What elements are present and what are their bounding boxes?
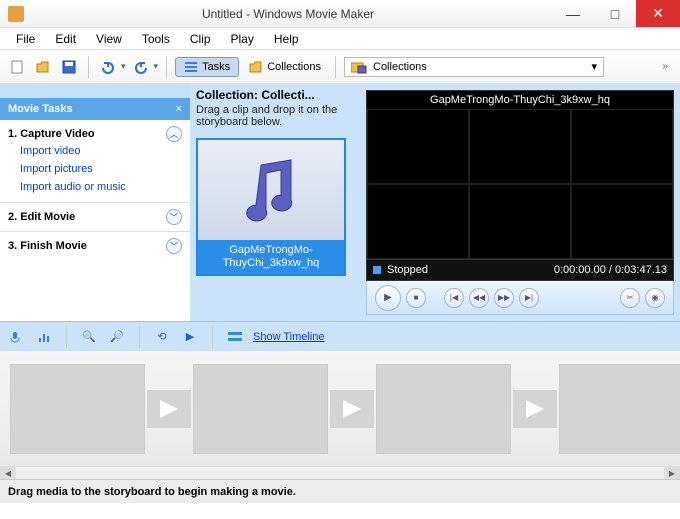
menu-file[interactable]: File	[6, 29, 45, 49]
show-timeline-link[interactable]: Show Timeline	[253, 331, 325, 343]
title-bar: Untitled - Windows Movie Maker — □ ✕	[0, 0, 680, 28]
clip-thumbnail	[198, 140, 344, 240]
preview-time: 0:00:00.00 / 0:03:47.13	[554, 264, 667, 276]
menu-bar: File Edit View Tools Clip Play Help	[0, 28, 680, 50]
task-section-finish[interactable]: 3. Finish Movie ﹀	[8, 238, 182, 254]
task-link-import-pictures[interactable]: Import pictures	[8, 160, 182, 178]
collection-title: Collection: Collecti...	[196, 88, 354, 102]
prev-frame-button[interactable]: |◀	[444, 288, 464, 308]
app-icon	[8, 6, 24, 22]
window-title: Untitled - Windows Movie Maker	[24, 7, 552, 21]
scroll-right-button[interactable]: ▶	[664, 467, 680, 479]
storyboard-slot[interactable]	[10, 364, 145, 454]
stop-button[interactable]: ■	[406, 288, 426, 308]
collection-select-label: Collections	[373, 61, 427, 73]
menu-play[interactable]: Play	[221, 29, 264, 49]
collection-clip[interactable]: GapMeTrongMo-ThuyChi_3k9xw_hq	[196, 138, 346, 276]
tasks-button-label: Tasks	[202, 61, 230, 73]
chevron-down-icon: ▾	[591, 60, 597, 73]
task-section-edit[interactable]: 2. Edit Movie ﹀	[8, 209, 182, 225]
timeline-view-icon	[225, 327, 245, 347]
redo-button[interactable]	[130, 56, 152, 78]
preview-screen[interactable]	[367, 109, 673, 259]
transition-slot[interactable]	[513, 390, 557, 428]
status-bar: Drag media to the storyboard to begin ma…	[0, 479, 680, 503]
rewind-button[interactable]: ◀◀	[469, 288, 489, 308]
tasks-pane: Movie Tasks × 1. Capture Video ︿ Import …	[0, 84, 190, 321]
transition-slot[interactable]	[330, 390, 374, 428]
zoom-out-button[interactable]: 🔎	[107, 327, 127, 347]
collections-button-label: Collections	[267, 61, 321, 73]
narrate-button[interactable]	[6, 327, 26, 347]
toolbar-overflow-icon[interactable]: »	[656, 61, 674, 72]
timeline-rewind-button[interactable]: ⟲	[152, 327, 172, 347]
task-section-finish-title: 3. Finish Movie	[8, 240, 87, 252]
forward-button[interactable]: ▶▶	[494, 288, 514, 308]
collection-selector[interactable]: Collections ▾	[344, 57, 604, 77]
expand-icon[interactable]: ﹀	[166, 238, 182, 254]
scroll-left-button[interactable]: ◀	[0, 467, 16, 479]
close-button[interactable]: ✕	[636, 0, 680, 27]
menu-edit[interactable]: Edit	[45, 29, 86, 49]
task-link-import-audio[interactable]: Import audio or music	[8, 178, 182, 196]
tasks-pane-title: Movie Tasks	[8, 103, 73, 115]
storyboard-slot[interactable]	[193, 364, 328, 454]
preview-controls: ▶ ■ |◀ ◀◀ ▶▶ ▶| ✂ ◉	[366, 281, 674, 315]
preview-monitor: GapMeTrongMo-ThuyChi_3k9xw_hq Stopped 0:…	[366, 90, 674, 281]
zoom-in-button[interactable]: 🔍	[79, 327, 99, 347]
redo-dropdown-icon[interactable]: ▾	[154, 61, 159, 72]
menu-clip[interactable]: Clip	[180, 29, 221, 49]
save-button[interactable]	[58, 56, 80, 78]
transition-slot[interactable]	[147, 390, 191, 428]
task-link-import-video[interactable]: Import video	[8, 142, 182, 160]
maximize-button[interactable]: □	[594, 0, 636, 27]
tasks-icon	[184, 60, 198, 74]
preview-pane: GapMeTrongMo-ThuyChi_3k9xw_hq Stopped 0:…	[360, 84, 680, 321]
status-text: Drag media to the storyboard to begin ma…	[8, 486, 296, 498]
storyboard[interactable]	[0, 351, 680, 466]
storyboard-slot[interactable]	[559, 364, 680, 454]
tasks-pane-close-icon[interactable]: ×	[176, 103, 182, 115]
tasks-pane-header: Movie Tasks ×	[0, 98, 190, 120]
preview-status: Stopped	[387, 264, 428, 276]
task-section-capture[interactable]: 1. Capture Video ︿	[8, 126, 182, 142]
timeline-toolbar: 🔍 🔎 ⟲ ▶ Show Timeline	[0, 321, 680, 351]
task-section-capture-title: 1. Capture Video	[8, 128, 95, 140]
undo-button[interactable]	[97, 56, 119, 78]
timeline-play-button[interactable]: ▶	[180, 327, 200, 347]
menu-help[interactable]: Help	[264, 29, 309, 49]
folder-icon	[249, 60, 263, 74]
collections-button[interactable]: Collections	[243, 58, 327, 76]
open-button[interactable]	[32, 56, 54, 78]
music-note-icon	[241, 155, 301, 225]
snapshot-button[interactable]: ◉	[645, 288, 665, 308]
toolbar: ▾ ▾ Tasks Collections Collections ▾ »	[0, 50, 680, 84]
play-button[interactable]: ▶	[375, 285, 401, 311]
task-section-edit-title: 2. Edit Movie	[8, 211, 75, 223]
audio-levels-button[interactable]	[34, 327, 54, 347]
tasks-button[interactable]: Tasks	[175, 57, 239, 77]
storyboard-scrollbar[interactable]: ◀ ▶	[0, 466, 680, 479]
stop-status-icon	[373, 266, 381, 274]
expand-icon[interactable]: ﹀	[166, 209, 182, 225]
preview-clip-title: GapMeTrongMo-ThuyChi_3k9xw_hq	[367, 91, 673, 109]
menu-view[interactable]: View	[86, 29, 132, 49]
collapse-icon[interactable]: ︿	[166, 126, 182, 142]
minimize-button[interactable]: —	[552, 0, 594, 27]
collection-hint: Drag a clip and drop it on the storyboar…	[196, 104, 354, 128]
menu-tools[interactable]: Tools	[132, 29, 180, 49]
split-button[interactable]: ✂	[620, 288, 640, 308]
next-frame-button[interactable]: ▶|	[519, 288, 539, 308]
undo-dropdown-icon[interactable]: ▾	[121, 61, 126, 72]
collection-pane: Collection: Collecti... Drag a clip and …	[190, 84, 360, 321]
clip-label: GapMeTrongMo-ThuyChi_3k9xw_hq	[198, 240, 344, 274]
storyboard-slot[interactable]	[376, 364, 511, 454]
collection-select-icon	[351, 60, 367, 74]
new-button[interactable]	[6, 56, 28, 78]
